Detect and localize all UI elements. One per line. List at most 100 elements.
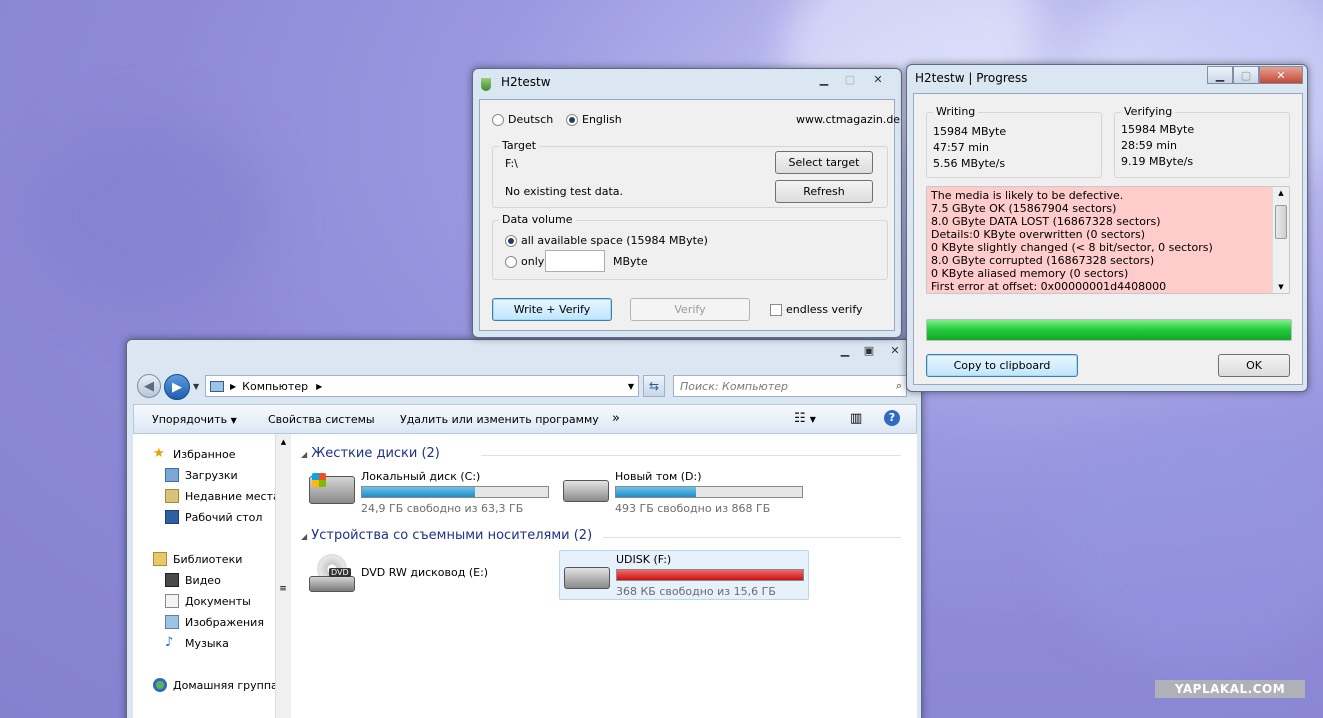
ok-button[interactable]: OK: [1218, 354, 1290, 377]
radio-all-space[interactable]: [505, 235, 517, 247]
minimize-button[interactable]: ▁: [811, 70, 837, 88]
nav-pane-scrollbar[interactable]: ▲ ≡: [275, 434, 291, 718]
dvd-drive-icon: DVD: [309, 554, 355, 594]
close-button[interactable]: ✕: [863, 70, 893, 88]
nav-libraries[interactable]: Библиотеки: [153, 549, 242, 569]
drive-f[interactable]: UDISK (F:) 368 КБ свободно из 15,6 ГБ: [559, 550, 809, 600]
search-placeholder: Поиск: Компьютер: [680, 379, 788, 393]
radio-only[interactable]: [505, 256, 517, 268]
drive-d[interactable]: Новый том (D:) 493 ГБ свободно из 868 ГБ: [563, 470, 813, 515]
log-line: 7.5 GByte OK (15867904 sectors): [931, 202, 1117, 215]
close-button[interactable]: ✕: [1259, 66, 1303, 84]
scroll-thumb[interactable]: ≡: [278, 584, 288, 614]
h2testw-body: Deutsch English www.ctmagazin.de Target …: [479, 99, 900, 331]
result-log[interactable]: The media is likely to be defective. 7.5…: [926, 186, 1290, 294]
target-path: F:\: [505, 157, 518, 170]
refresh-icon: ⇆: [648, 379, 660, 393]
endless-verify-checkbox[interactable]: [770, 304, 782, 316]
organize-menu[interactable]: Упорядочить ▼: [152, 413, 237, 426]
writing-size: 15984 MByte: [933, 125, 1007, 138]
drive-f-name: UDISK (F:): [616, 553, 672, 566]
preview-pane-icon[interactable]: ▥: [850, 411, 862, 426]
writing-speed: 5.56 MByte/s: [933, 157, 1006, 170]
drive-d-name: Новый том (D:): [615, 470, 702, 483]
scroll-thumb[interactable]: [1275, 205, 1287, 239]
breadcrumb-computer[interactable]: Компьютер: [242, 380, 308, 393]
scroll-up-icon[interactable]: ▲: [1273, 189, 1289, 197]
maximize-button[interactable]: ▢: [1233, 66, 1259, 84]
target-label: Target: [499, 139, 540, 152]
usb-drive-icon: [564, 567, 610, 589]
verify-button[interactable]: Verify: [630, 298, 750, 321]
scroll-down-icon[interactable]: ▼: [1273, 283, 1289, 291]
radio-deutsch[interactable]: [492, 114, 504, 126]
refresh-button[interactable]: Refresh: [775, 180, 873, 203]
drive-c-usage-bar: [361, 486, 549, 498]
minimize-button[interactable]: ▁: [1207, 66, 1233, 84]
collapse-icon: ◢: [301, 450, 308, 459]
drive-d-free: 493 ГБ свободно из 868 ГБ: [615, 502, 771, 515]
nav-desktop[interactable]: Рабочий стол: [165, 507, 262, 527]
forward-button[interactable]: ▶: [164, 374, 190, 400]
drive-c[interactable]: Локальный диск (C:) 24,9 ГБ свободно из …: [309, 470, 559, 515]
system-properties-button[interactable]: Свойства системы: [268, 413, 375, 426]
website-link[interactable]: www.ctmagazin.de: [796, 113, 900, 126]
nav-favorites[interactable]: ★ Избранное: [153, 444, 235, 464]
close-button[interactable]: ✕: [881, 341, 909, 359]
more-commands-button[interactable]: »: [612, 411, 620, 426]
nav-video[interactable]: Видео: [165, 570, 221, 590]
downloads-icon: [165, 468, 179, 482]
drive-e[interactable]: DVD DVD RW дисковод (E:): [309, 552, 559, 598]
recent-places-icon: [165, 489, 179, 503]
back-button[interactable]: ◀: [137, 374, 161, 398]
dropdown-arrow-icon: ▼: [230, 416, 237, 425]
nav-music[interactable]: ♪ Музыка: [165, 633, 229, 653]
hard-drive-icon: [563, 480, 609, 502]
maximize-button[interactable]: ▣: [857, 341, 881, 359]
nav-documents[interactable]: Документы: [165, 591, 251, 611]
progress-bar: [926, 319, 1292, 341]
hdd-group-header[interactable]: ◢ Жесткие диски (2): [301, 446, 440, 461]
command-bar: Упорядочить ▼ Свойства системы Удалить и…: [133, 404, 917, 434]
maximize-button[interactable]: ▢: [837, 70, 863, 88]
refresh-button[interactable]: ⇆: [643, 375, 665, 397]
nav-recent-places[interactable]: Недавние места: [165, 486, 280, 506]
arrow-right-icon: ▶: [172, 379, 182, 395]
progress-caption-buttons: ▁ ▢ ✕: [1207, 66, 1303, 84]
label-english: English: [582, 113, 622, 126]
progress-body: Writing 15984 MByte 47:57 min 5.56 MByte…: [913, 93, 1303, 385]
progress-window: H2testw | Progress ▁ ▢ ✕ Writing 15984 M…: [906, 64, 1308, 392]
uninstall-program-button[interactable]: Удалить или изменить программу: [400, 413, 599, 426]
nav-downloads[interactable]: Загрузки: [165, 465, 238, 485]
address-bar[interactable]: ▶ Компьютер ▶ ▼: [205, 375, 639, 397]
nav-homegroup[interactable]: Домашняя группа: [153, 675, 278, 695]
view-options-icon[interactable]: ☷ ▼: [794, 411, 816, 426]
label-mbyte: MByte: [613, 255, 648, 268]
label-only: only: [521, 255, 545, 268]
removable-group-header[interactable]: ◢ Устройства со съемными носителями (2): [301, 528, 592, 543]
write-verify-button[interactable]: Write + Verify: [492, 298, 612, 321]
copy-clipboard-button[interactable]: Copy to clipboard: [926, 354, 1078, 377]
documents-icon: [165, 594, 179, 608]
breadcrumb-arrow-icon: ▶: [316, 381, 323, 391]
log-line: First error at offset: 0x00000001d440800…: [931, 280, 1167, 293]
search-input[interactable]: Поиск: Компьютер ⌕: [673, 375, 907, 397]
log-scrollbar[interactable]: ▲ ▼: [1272, 187, 1289, 293]
select-target-button[interactable]: Select target: [775, 151, 873, 174]
drive-f-free: 368 КБ свободно из 15,6 ГБ: [616, 585, 776, 598]
address-dropdown-icon[interactable]: ▼: [628, 382, 634, 391]
drive-f-usage-bar: [616, 569, 804, 581]
scroll-up-icon[interactable]: ▲: [276, 438, 291, 446]
breadcrumb-arrow-icon: ▶: [230, 381, 237, 391]
watermark: YAPLAKAL.COM: [1155, 680, 1305, 698]
libraries-icon: [153, 552, 167, 566]
only-mbyte-input[interactable]: [545, 250, 605, 272]
minimize-button[interactable]: ▁: [833, 341, 857, 359]
log-line: 0 KByte slightly changed (< 8 bit/sector…: [931, 241, 1213, 254]
radio-english[interactable]: [566, 114, 578, 126]
history-dropdown[interactable]: ▼: [193, 382, 199, 391]
help-icon[interactable]: ?: [884, 410, 900, 426]
explorer-caption-buttons: ▁ ▣ ✕: [833, 341, 909, 359]
nav-images[interactable]: Изображения: [165, 612, 264, 632]
h2testw-caption-buttons: ▁ ▢ ✕: [811, 70, 893, 88]
